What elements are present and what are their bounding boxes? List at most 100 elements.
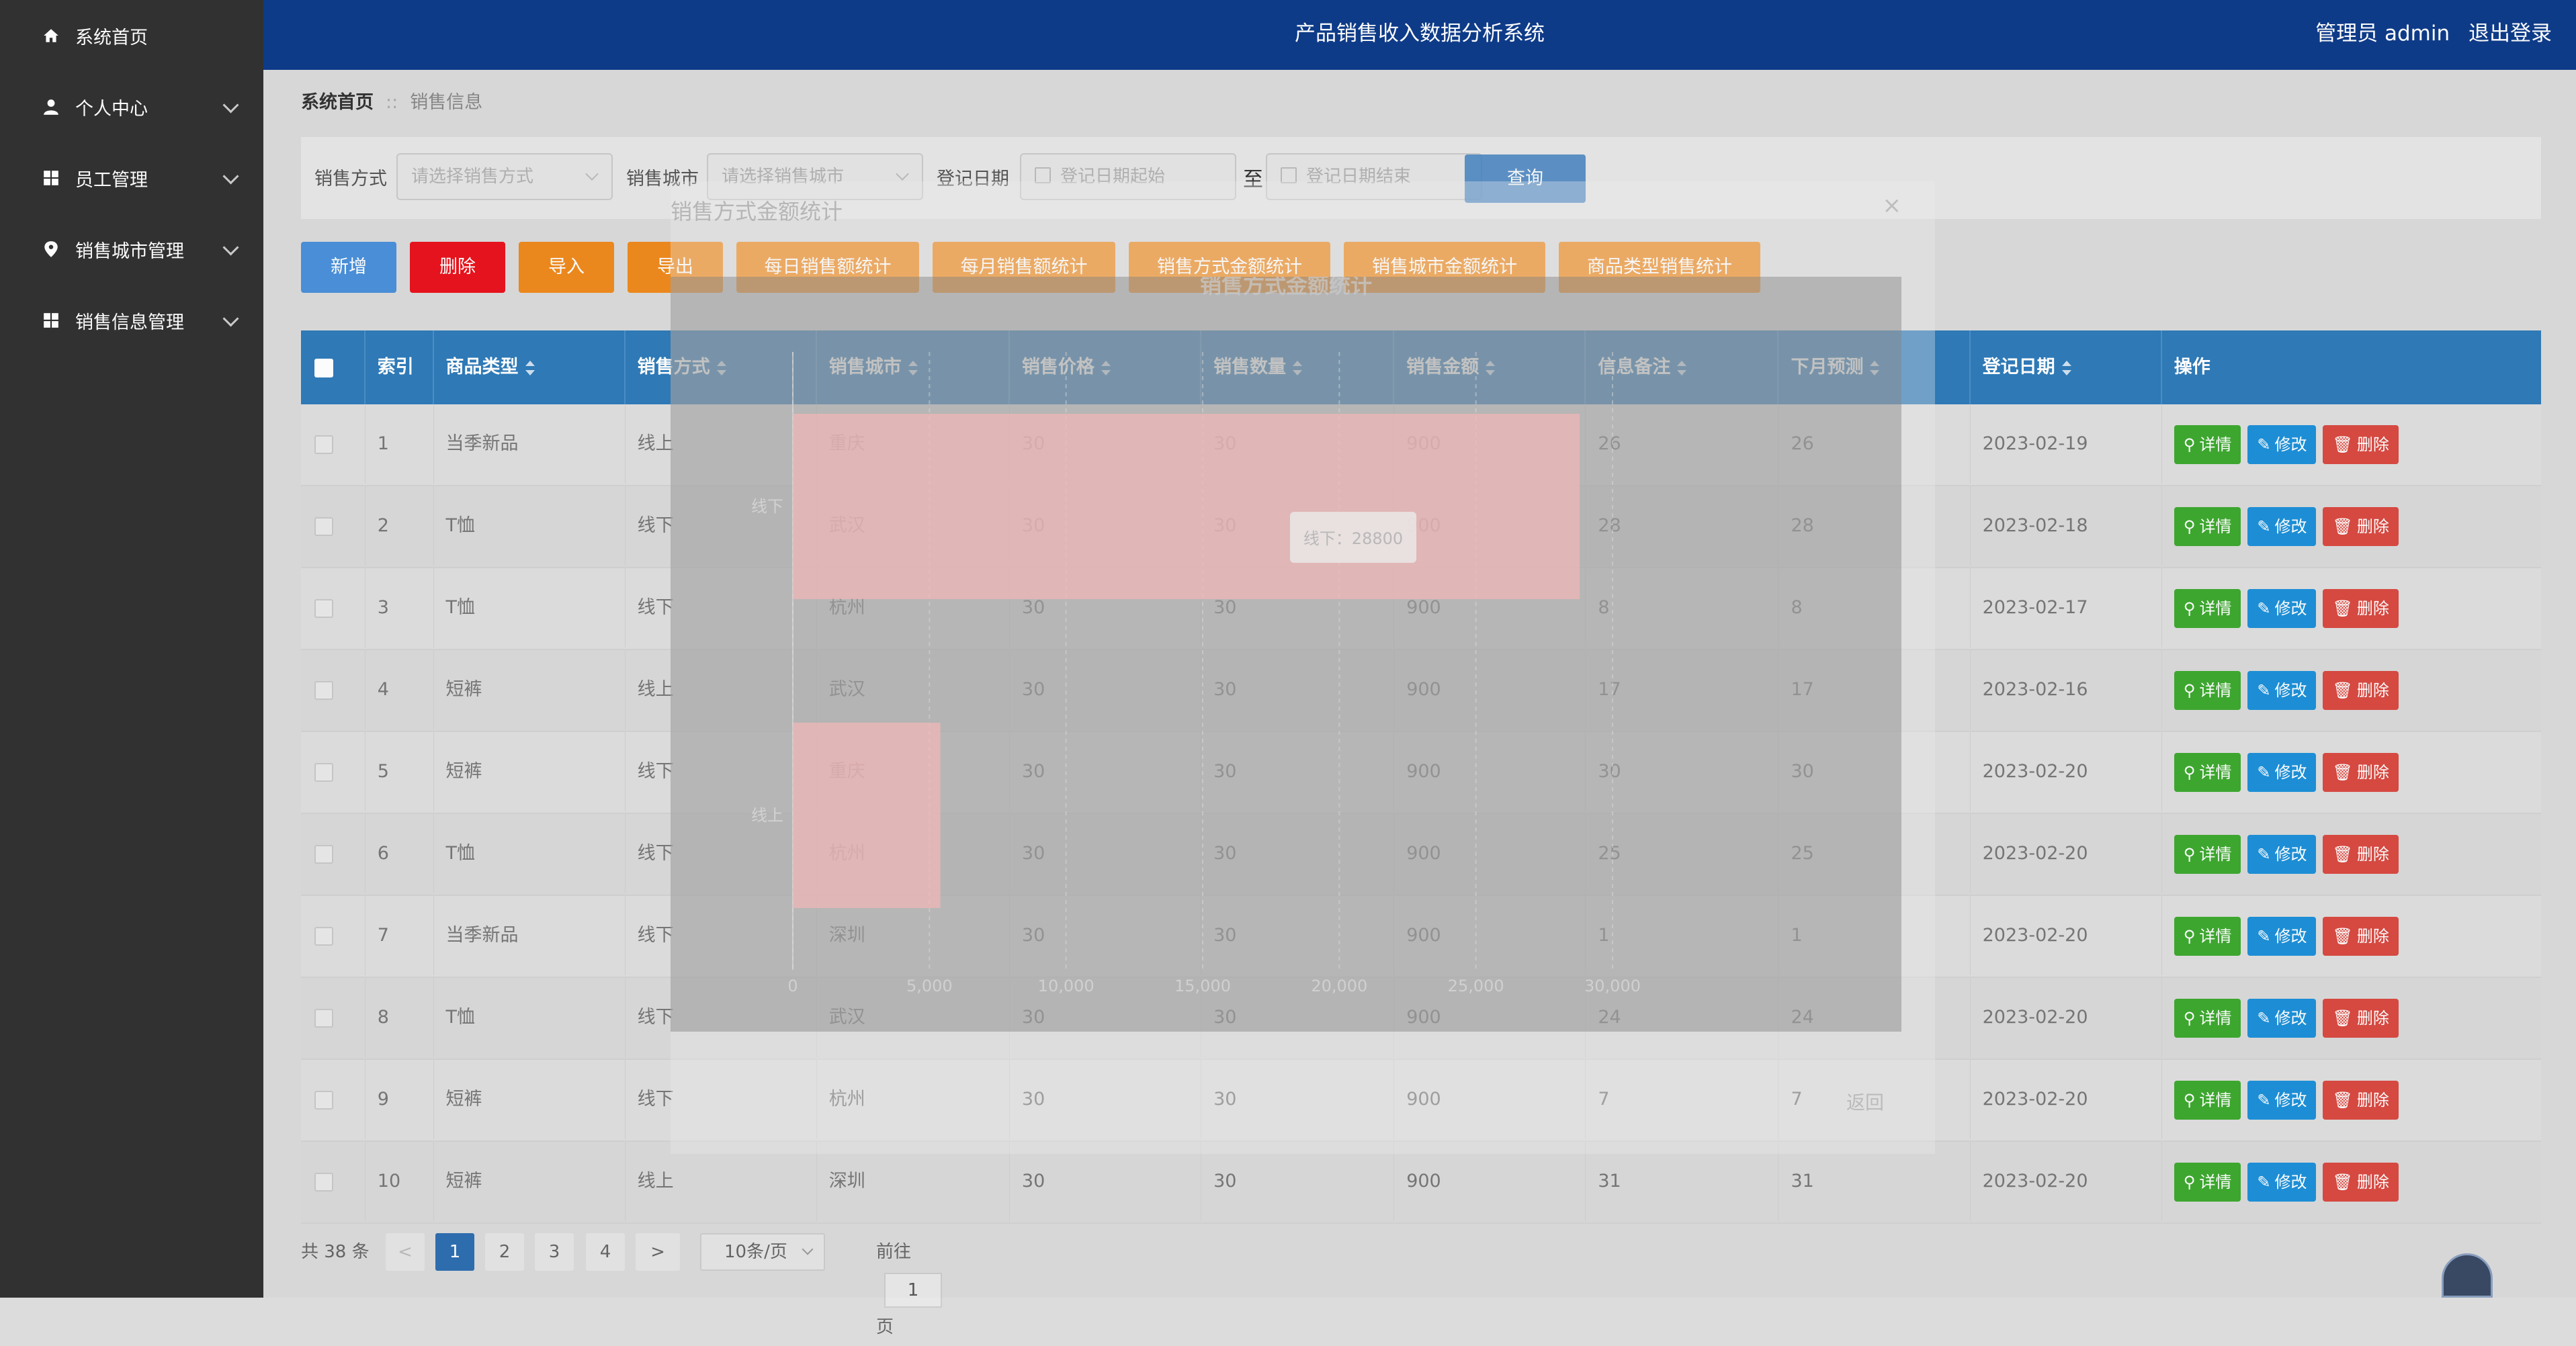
sidebar-item-sales-city[interactable]: 销售城市管理 — [0, 214, 263, 285]
page-button-2[interactable]: 2 — [485, 1233, 524, 1271]
col-header-forecast[interactable]: 下月预测 — [1778, 330, 1971, 404]
col-header-price[interactable]: 销售价格 — [1010, 330, 1202, 404]
method-stats-button[interactable]: 销售方式金额统计 — [1129, 242, 1330, 293]
edit-button[interactable]: ✎ 修改 — [2247, 424, 2317, 464]
method-select[interactable]: 请选择销售方式 — [396, 153, 613, 200]
sidebar-item-staff[interactable]: 员工管理 — [0, 142, 263, 214]
edit-button[interactable]: ✎ 修改 — [2247, 834, 2317, 874]
detail-button[interactable]: ⚲ 详情 — [2174, 752, 2241, 792]
page-button-3[interactable]: 3 — [535, 1233, 574, 1271]
action-label: 删除 — [2356, 680, 2389, 700]
cell-actions: ⚲ 详情 ✎ 修改 🗑 删除 — [2162, 1142, 2541, 1221]
city-select[interactable]: 请选择销售城市 — [707, 153, 923, 200]
row-checkbox[interactable] — [314, 1090, 333, 1110]
export-button[interactable]: 导出 — [628, 242, 723, 293]
sidebar-item-personal-center[interactable]: 个人中心 — [0, 71, 263, 142]
detail-button[interactable]: ⚲ 详情 — [2174, 670, 2241, 710]
sort-icon[interactable] — [1101, 360, 1111, 375]
col-header-quantity[interactable]: 销售数量 — [1201, 330, 1395, 404]
row-checkbox[interactable] — [314, 1172, 333, 1192]
col-header-method[interactable]: 销售方式 — [626, 330, 817, 404]
edit-button[interactable]: ✎ 修改 — [2247, 670, 2317, 710]
row-delete-button[interactable]: 🗑 删除 — [2323, 506, 2399, 546]
sort-icon[interactable] — [2061, 360, 2071, 375]
row-delete-button[interactable]: 🗑 删除 — [2323, 916, 2399, 956]
category-stats-button[interactable]: 商品类型销售统计 — [1559, 242, 1760, 293]
daily-stats-button[interactable]: 每日销售额统计 — [736, 242, 919, 293]
sort-icon[interactable] — [908, 360, 918, 375]
total-count: 共 38 条 — [301, 1242, 370, 1262]
row-checkbox[interactable] — [314, 680, 333, 700]
action-label: 删除 — [2356, 762, 2389, 782]
col-header-date[interactable]: 登记日期 — [1971, 330, 2162, 404]
edit-button[interactable]: ✎ 修改 — [2247, 752, 2317, 792]
sort-icon[interactable] — [716, 360, 726, 375]
cell-category: 短裤 — [434, 1142, 626, 1221]
row-checkbox[interactable] — [314, 762, 333, 782]
sidebar-item-home[interactable]: 系统首页 — [0, 0, 263, 71]
row-checkbox[interactable] — [314, 1008, 333, 1028]
detail-button[interactable]: ⚲ 详情 — [2174, 424, 2241, 464]
edit-button[interactable]: ✎ 修改 — [2247, 1162, 2317, 1202]
detail-button[interactable]: ⚲ 详情 — [2174, 588, 2241, 628]
trash-icon: 🗑 — [2332, 844, 2353, 864]
delete-button[interactable]: 删除 — [410, 242, 505, 293]
sort-icon[interactable] — [525, 360, 535, 375]
col-header-category[interactable]: 商品类型 — [434, 330, 626, 404]
breadcrumb-home[interactable]: 系统首页 — [301, 92, 374, 113]
sort-icon[interactable] — [1486, 360, 1496, 375]
page-button-4[interactable]: 4 — [586, 1233, 625, 1271]
edit-button[interactable]: ✎ 修改 — [2247, 506, 2317, 546]
page-button-1[interactable]: 1 — [435, 1233, 474, 1271]
detail-button[interactable]: ⚲ 详情 — [2174, 1080, 2241, 1120]
sidebar-item-label: 个人中心 — [75, 98, 148, 120]
date-start-input[interactable]: 登记日期起始 — [1020, 153, 1236, 200]
edit-button[interactable]: ✎ 修改 — [2247, 998, 2317, 1038]
page-size-select[interactable]: 10条/页 — [700, 1233, 825, 1271]
row-checkbox[interactable] — [314, 598, 333, 618]
detail-button[interactable]: ⚲ 详情 — [2174, 916, 2241, 956]
cell-forecast: 31 — [1778, 1142, 1971, 1221]
col-header-amount[interactable]: 销售金额 — [1394, 330, 1586, 404]
chevron-down-icon — [222, 97, 239, 114]
add-button[interactable]: 新增 — [301, 242, 396, 293]
sidebar-item-sales-info[interactable]: 销售信息管理 — [0, 285, 263, 356]
detail-button[interactable]: ⚲ 详情 — [2174, 998, 2241, 1038]
row-delete-button[interactable]: 🗑 删除 — [2323, 670, 2399, 710]
detail-button[interactable]: ⚲ 详情 — [2174, 1162, 2241, 1202]
city-stats-button[interactable]: 销售城市金额统计 — [1344, 242, 1545, 293]
query-button[interactable]: 查询 — [1465, 154, 1586, 203]
select-all-checkbox[interactable] — [314, 358, 333, 377]
row-delete-button[interactable]: 🗑 删除 — [2323, 752, 2399, 792]
row-checkbox[interactable] — [314, 926, 333, 946]
avatar[interactable] — [2442, 1253, 2493, 1298]
edit-button[interactable]: ✎ 修改 — [2247, 1080, 2317, 1120]
prev-page-button[interactable]: < — [386, 1233, 425, 1271]
detail-button[interactable]: ⚲ 详情 — [2174, 506, 2241, 546]
sort-icon[interactable] — [1870, 360, 1880, 375]
col-header-city[interactable]: 销售城市 — [817, 330, 1010, 404]
next-page-button[interactable]: > — [636, 1233, 680, 1271]
edit-button[interactable]: ✎ 修改 — [2247, 588, 2317, 628]
col-header-note[interactable]: 信息备注 — [1586, 330, 1779, 404]
row-checkbox[interactable] — [314, 517, 333, 536]
monthly-stats-button[interactable]: 每月销售额统计 — [933, 242, 1115, 293]
logout-link[interactable]: 退出登录 — [2468, 21, 2552, 46]
detail-button[interactable]: ⚲ 详情 — [2174, 834, 2241, 874]
import-button[interactable]: 导入 — [519, 242, 614, 293]
row-checkbox[interactable] — [314, 844, 333, 864]
sort-icon[interactable] — [1677, 360, 1687, 375]
row-checkbox[interactable] — [314, 435, 333, 454]
close-icon[interactable]: × — [1883, 192, 1902, 219]
sort-icon[interactable] — [1293, 360, 1303, 375]
row-delete-button[interactable]: 🗑 删除 — [2323, 588, 2399, 628]
date-end-input[interactable]: 登记日期结束 — [1266, 153, 1482, 200]
row-delete-button[interactable]: 🗑 删除 — [2323, 424, 2399, 464]
row-delete-button[interactable]: 🗑 删除 — [2323, 834, 2399, 874]
back-button[interactable]: 返回 — [1846, 1088, 1884, 1115]
edit-button[interactable]: ✎ 修改 — [2247, 916, 2317, 956]
goto-page-input[interactable] — [884, 1272, 942, 1308]
row-delete-button[interactable]: 🗑 删除 — [2323, 1080, 2399, 1120]
row-delete-button[interactable]: 🗑 删除 — [2323, 998, 2399, 1038]
row-delete-button[interactable]: 🗑 删除 — [2323, 1162, 2399, 1202]
